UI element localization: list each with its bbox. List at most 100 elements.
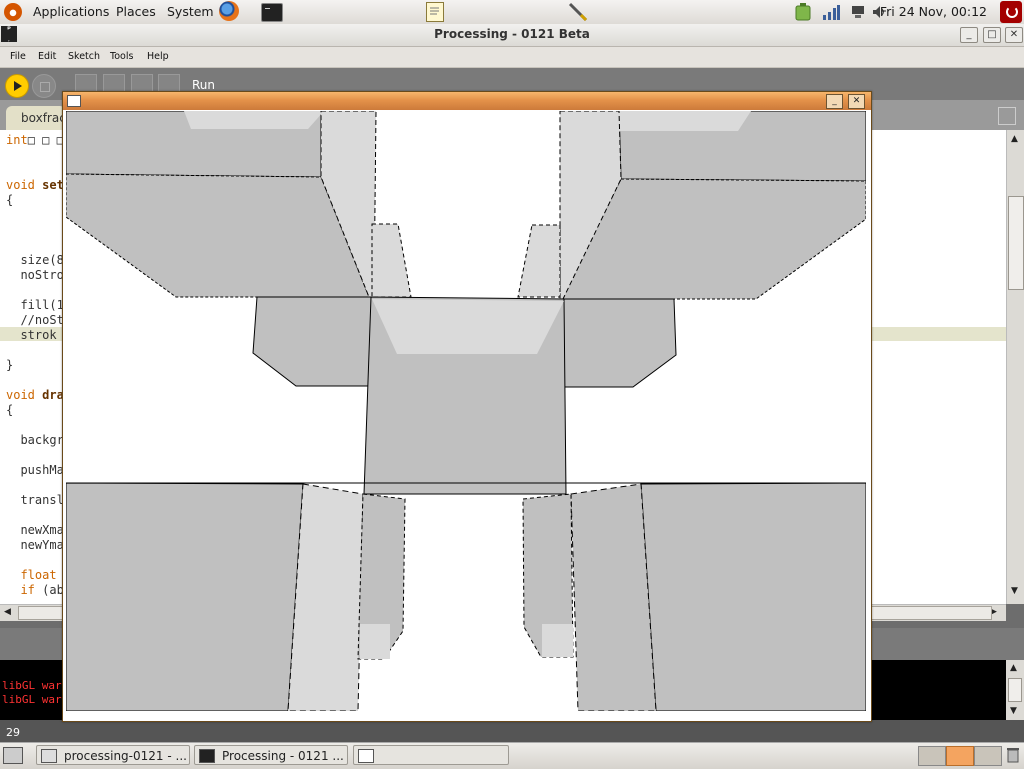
minimize-button[interactable]: _ — [960, 27, 978, 43]
code-keyword: float — [20, 568, 57, 582]
sketch-close-button[interactable]: ✕ — [848, 94, 865, 109]
code-text: { — [6, 193, 14, 207]
taskbar-item-processing-folder[interactable]: processing-0121 - ... — [36, 745, 190, 765]
scroll-down-arrow-icon[interactable]: ▼ — [1011, 586, 1018, 596]
box-face — [360, 624, 390, 659]
code-line: void dra — [6, 388, 64, 402]
close-button[interactable]: ✕ — [1005, 27, 1023, 43]
code-line: backgr — [6, 433, 64, 447]
sketch-minimize-button[interactable]: _ — [826, 94, 843, 109]
taskbar-item-processing-ide[interactable]: Processing - 0121 ... — [194, 745, 348, 765]
processing-app-icon — [199, 749, 215, 763]
battery-icon[interactable] — [793, 2, 813, 22]
trash-icon[interactable] — [1004, 746, 1022, 764]
menu-help[interactable]: Help — [147, 51, 169, 62]
code-line: newYma — [6, 538, 64, 552]
main-window-titlebar[interactable]: ᴾ᷊ Processing - 0121 Beta _ □ ✕ — [0, 24, 1024, 47]
box-face — [66, 482, 304, 711]
task-label: Processing - 0121 ... — [222, 749, 344, 763]
code-line: void set — [6, 178, 64, 192]
box-face — [542, 624, 573, 657]
sketch-window-icon[interactable] — [67, 95, 81, 107]
toolbar-status-label: Run — [192, 78, 216, 92]
vertical-scroll-thumb[interactable] — [1008, 196, 1024, 290]
console-line: libGL war — [2, 693, 62, 706]
code-line: if (ab — [6, 583, 64, 597]
sketch-window-titlebar[interactable] — [63, 92, 871, 110]
top-panel: Applications Places System Fri 24 Nov, 0… — [0, 0, 1024, 25]
code-line: size(8 — [6, 253, 64, 267]
line-status-bar — [0, 720, 1024, 742]
applications-menu[interactable]: Applications — [33, 4, 109, 19]
menu-sketch[interactable]: Sketch — [68, 51, 100, 62]
scroll-up-arrow-icon[interactable]: ▲ — [1010, 663, 1017, 673]
scroll-down-arrow-icon[interactable]: ▼ — [1010, 706, 1017, 716]
system-menu[interactable]: System — [167, 4, 214, 19]
window-icon — [358, 749, 374, 763]
stop-button[interactable] — [32, 74, 56, 98]
code-line: float — [6, 568, 57, 582]
code-text: //noSt — [6, 313, 64, 327]
menu-tools[interactable]: Tools — [110, 51, 133, 62]
show-desktop-icon[interactable] — [3, 747, 23, 764]
code-text: backgr — [6, 433, 64, 447]
code-line: transl — [6, 493, 64, 507]
code-line: } — [6, 358, 13, 372]
code-line: pushMa — [6, 463, 64, 477]
terminal-icon[interactable] — [261, 3, 283, 22]
power-icon[interactable] — [1000, 1, 1022, 23]
places-menu[interactable]: Places — [116, 4, 156, 19]
scroll-up-arrow-icon[interactable]: ▲ — [1011, 134, 1018, 144]
tab-label: boxfrac — [21, 111, 66, 125]
firefox-icon[interactable] — [219, 1, 239, 21]
console-scrollbar[interactable]: ▲ ▼ — [1006, 660, 1024, 720]
code-text: (ab — [34, 583, 64, 597]
code-keyword: void — [6, 178, 35, 192]
scroll-left-arrow-icon[interactable]: ◀ — [4, 607, 11, 617]
code-line: { — [6, 193, 13, 207]
code-text: transl — [6, 493, 64, 507]
run-button[interactable] — [5, 74, 29, 98]
code-text: { — [6, 403, 14, 417]
window-title: Processing - 0121 Beta — [434, 27, 590, 41]
code-line: newXma — [6, 523, 63, 537]
code-text: noStro — [6, 268, 64, 282]
box-face — [372, 299, 564, 354]
maximize-button[interactable]: □ — [983, 27, 1001, 43]
code-text: strok — [6, 328, 57, 342]
menu-file[interactable]: File — [10, 51, 26, 62]
code-function-name: dra — [42, 388, 64, 402]
menu-edit[interactable]: Edit — [38, 51, 56, 62]
file-manager-icon — [41, 749, 57, 763]
box-face — [184, 111, 324, 129]
workspace-1[interactable] — [918, 746, 946, 766]
network-icon[interactable] — [850, 4, 866, 20]
taskbar-item-sketch-window[interactable] — [353, 745, 509, 765]
code-text: newYma — [6, 538, 64, 552]
tab-menu-arrow-icon[interactable] — [998, 107, 1016, 125]
code-text: } — [6, 358, 14, 372]
code-keyword: void — [6, 388, 35, 402]
code-text: size(8 — [6, 253, 64, 267]
color-picker-icon[interactable] — [567, 1, 589, 23]
task-label: processing-0121 - ... — [64, 749, 187, 763]
code-keyword: int — [6, 133, 28, 147]
clock[interactable]: Fri 24 Nov, 00:12 — [880, 4, 987, 19]
code-function-name: set — [42, 178, 64, 192]
code-line: noStro — [6, 268, 64, 282]
text-editor-icon[interactable] — [426, 2, 444, 22]
workspace-3[interactable] — [974, 746, 1002, 766]
menubar: File Edit Sketch Tools Help — [0, 47, 1024, 68]
sketch-canvas[interactable] — [66, 111, 866, 711]
code-text: pushMa — [6, 463, 64, 477]
ubuntu-logo-icon[interactable] — [4, 3, 22, 21]
console-scroll-thumb[interactable] — [1008, 678, 1022, 702]
box-face — [640, 482, 866, 711]
signal-strength-icon[interactable] — [822, 4, 840, 20]
code-text: □ □ □ — [27, 133, 64, 147]
code-line: { — [6, 403, 13, 417]
workspace-2[interactable] — [946, 746, 974, 766]
box-face — [619, 111, 751, 131]
code-line: int□ □ □ — [6, 133, 64, 147]
